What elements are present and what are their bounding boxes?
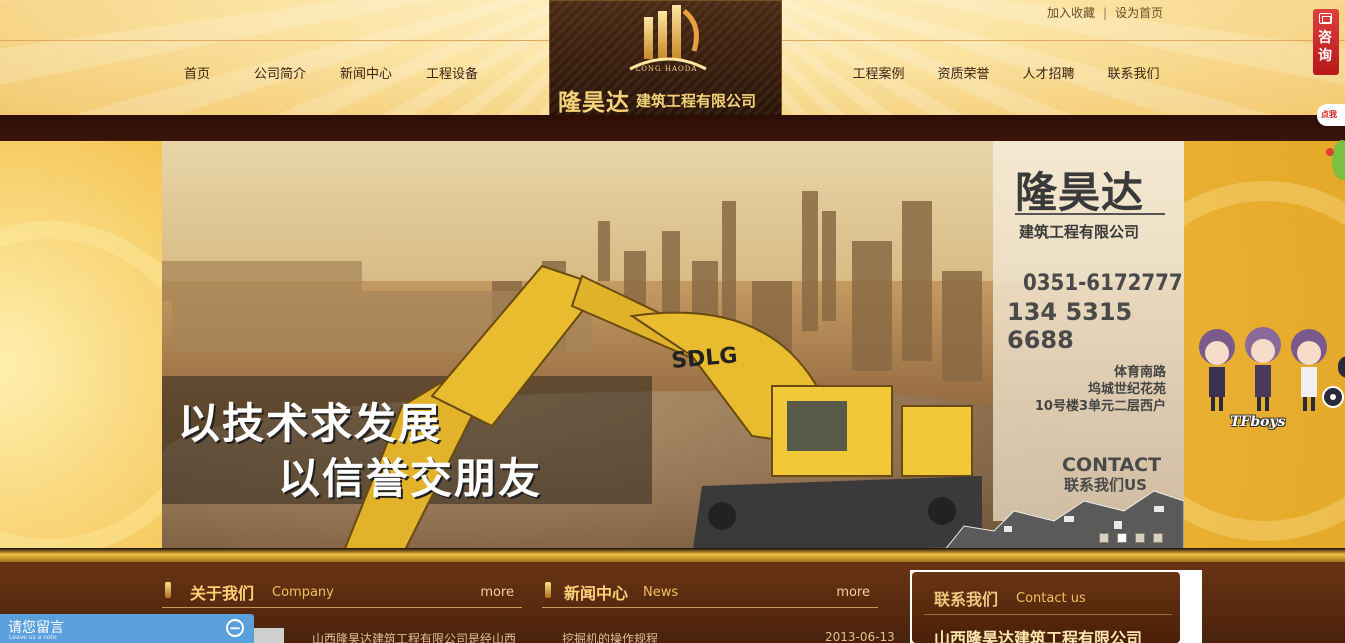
- logo-company: 建筑工程有限公司: [636, 92, 757, 110]
- consult-button[interactable]: 咨询: [1313, 9, 1339, 75]
- main-nav-left: 首页 公司简介 新闻中心 工程设备: [166, 62, 506, 82]
- cactus-mascot-icon[interactable]: [1322, 132, 1345, 182]
- minimize-icon[interactable]: −: [226, 619, 244, 637]
- nav-item-jobs[interactable]: 人才招聘: [1006, 63, 1091, 82]
- tfboys-characters-illustration[interactable]: [1193, 325, 1343, 417]
- slider-dots: [1099, 533, 1163, 543]
- nav-item-about[interactable]: 公司简介: [254, 63, 340, 82]
- set-homepage-link[interactable]: 设为首页: [1115, 6, 1163, 20]
- panel-address-3: 10号楼3单元二层西户: [1034, 399, 1166, 414]
- contact-section: 联系我们 Contact us 山西隆昊达建筑工程有限公司: [910, 570, 1202, 643]
- nav-item-home[interactable]: 首页: [184, 63, 254, 82]
- nav-item-equipment[interactable]: 工程设备: [426, 63, 506, 82]
- panel-title: 隆昊达: [1015, 168, 1145, 217]
- news-title-en: News: [643, 585, 679, 600]
- slider-dot-4[interactable]: [1153, 533, 1163, 543]
- news-bar-icon: [545, 582, 551, 598]
- main-nav-right: 工程案例 资质荣誉 人才招聘 联系我们: [836, 62, 1176, 82]
- top-links-separator: |: [1103, 6, 1108, 20]
- panel-divider: [1015, 213, 1165, 215]
- logo-name: 隆昊达: [558, 90, 630, 116]
- contact-company: 山西隆昊达建筑工程有限公司: [934, 629, 1143, 643]
- news-title: 新闻中心: [564, 584, 629, 603]
- window-icon: [1319, 13, 1332, 24]
- leave-message-bar[interactable]: 请您留言 Leave us a note −: [0, 614, 254, 643]
- about-title: 关于我们: [190, 584, 255, 603]
- nav-item-contact[interactable]: 联系我们: [1091, 63, 1176, 82]
- slider-dot-1[interactable]: [1099, 533, 1109, 543]
- contact-title: 联系我们: [934, 590, 999, 609]
- contact-divider: [924, 614, 1172, 615]
- news-item-title[interactable]: 挖掘机的操作规程: [562, 630, 658, 643]
- about-section-header: 关于我们 Company more: [162, 578, 522, 608]
- panel-company: 建筑工程有限公司: [1019, 223, 1140, 241]
- consult-label: 咨询: [1318, 30, 1332, 64]
- slider-dot-2[interactable]: [1117, 533, 1127, 543]
- panel-phone-2: 134 5315 6688: [1007, 298, 1133, 354]
- about-bar-icon: [165, 582, 171, 598]
- news-section-header: 新闻中心 News more: [542, 578, 878, 608]
- news-item-date: 2013-06-13: [825, 630, 895, 643]
- about-snippet[interactable]: 山西隆昊达建筑工程有限公司是经山西: [312, 630, 516, 643]
- nav-item-news[interactable]: 新闻中心: [340, 63, 426, 82]
- nav-dark-band: [0, 115, 1345, 141]
- banner-info-panel: 隆昊达 建筑工程有限公司 0351-6172777 134 5315 6688 …: [993, 141, 1184, 521]
- panel-phone-1: 0351-6172777: [1023, 271, 1183, 296]
- logo-pinyin: LONG HAODA: [635, 65, 698, 73]
- contact-title-en: Contact us: [1016, 591, 1086, 606]
- leave-message-sublabel: Leave us a note: [9, 634, 57, 641]
- about-title-en: Company: [272, 585, 334, 600]
- music-player-icon[interactable]: [1322, 386, 1344, 408]
- tfboys-label: TFboys: [1230, 414, 1286, 430]
- click-me-badge[interactable]: 点我: [1317, 104, 1345, 126]
- site-logo[interactable]: LONG HAODA 隆昊达 建筑工程有限公司: [549, 0, 782, 116]
- add-favorite-link[interactable]: 加入收藏: [1047, 6, 1095, 20]
- hero-banner[interactable]: SDLG 以技术求发展 以信誉交朋友 隆昊达 建筑工程有限公司 0351-617…: [162, 141, 1184, 548]
- top-links: 加入收藏 | 设为首页: [1047, 4, 1163, 21]
- about-thumbnail: [254, 628, 284, 643]
- banner-slogan-1: 以技术求发展: [178, 399, 443, 448]
- click-me-label: 点我: [1321, 110, 1337, 119]
- slider-dot-3[interactable]: [1135, 533, 1145, 543]
- nav-item-cases[interactable]: 工程案例: [836, 63, 921, 82]
- lower-gold-strip: [0, 548, 1345, 562]
- nav-item-honors[interactable]: 资质荣誉: [921, 63, 1006, 82]
- news-more-link[interactable]: more: [836, 585, 870, 600]
- about-more-link[interactable]: more: [480, 585, 514, 600]
- contact-panel: 联系我们 Contact us 山西隆昊达建筑工程有限公司: [912, 572, 1180, 643]
- banner-slogan-2: 以信誉交朋友: [278, 454, 543, 503]
